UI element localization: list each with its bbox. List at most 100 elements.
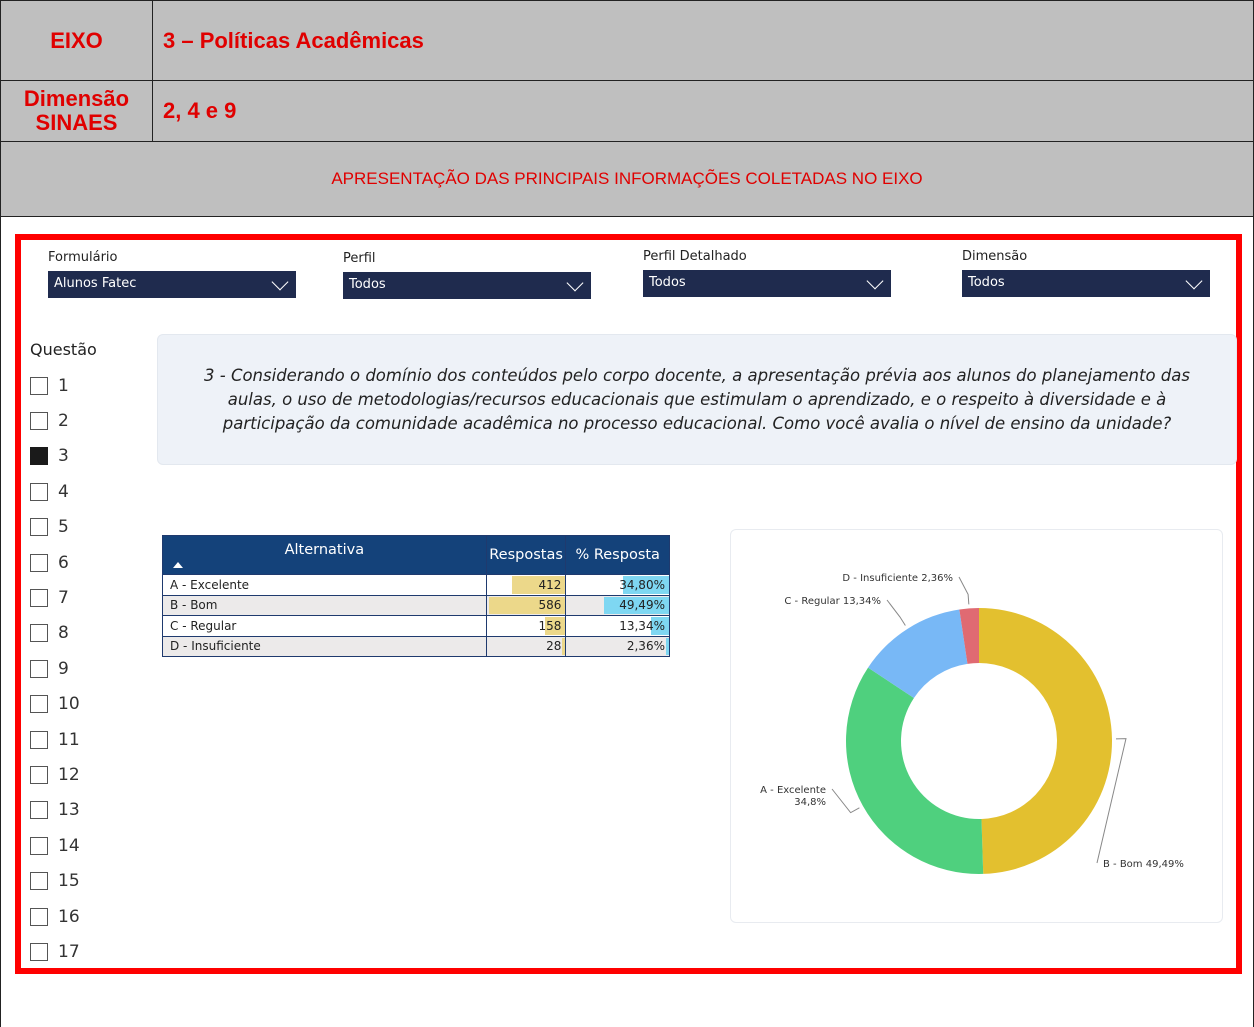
questao-option-13[interactable]: 13 [30, 793, 80, 828]
cell-alternativa: C - Regular [163, 616, 487, 636]
questao-option-5[interactable]: 5 [30, 510, 80, 545]
questao-option-label: 15 [58, 871, 80, 892]
questao-option-8[interactable]: 8 [30, 616, 80, 651]
eixo-label: EIXO [1, 1, 153, 80]
cell-text: 412 [538, 577, 562, 592]
filter-dimensao: Dimensão Todos [962, 249, 1210, 297]
dropdown-value: Todos [968, 275, 1005, 290]
questao-title: Questão [30, 340, 97, 359]
question-card: 3 - Considerando o domínio dos conteúdos… [157, 334, 1237, 465]
questao-option-label: 3 [58, 446, 69, 467]
checkbox[interactable] [30, 482, 48, 501]
questao-option-label: 13 [58, 800, 80, 821]
donut-slice-excelente[interactable] [846, 667, 984, 874]
table-row[interactable]: A - Excelente 412 34,80% [163, 574, 669, 595]
questao-option-12[interactable]: 12 [30, 757, 80, 792]
checkbox[interactable] [30, 659, 48, 678]
table-row[interactable]: C - Regular 158 13,34% [163, 615, 669, 636]
questao-option-16[interactable]: 16 [30, 899, 80, 934]
eixo-value: 3 – Políticas Acadêmicas [163, 27, 424, 53]
questao-option-10[interactable]: 10 [30, 687, 80, 722]
dimensao-row: Dimensão SINAES 2, 4 e 9 [1, 81, 1253, 142]
filter-label: Formulário [48, 250, 118, 265]
questao-option-7[interactable]: 7 [30, 580, 80, 615]
formulario-dropdown[interactable]: Alunos Fatec [48, 271, 296, 298]
questao-option-label: 16 [58, 906, 80, 927]
questao-option-label: 11 [58, 729, 80, 750]
dimensao-dropdown[interactable]: Todos [962, 270, 1210, 297]
questao-option-17[interactable]: 17 [30, 934, 80, 969]
questao-option-label: 1 [58, 375, 69, 396]
cell-respostas: 28 [487, 636, 567, 656]
dropdown-value: Todos [649, 275, 686, 290]
checkbox[interactable] [30, 624, 48, 643]
dimensao-label-line1: Dimensão [23, 86, 130, 111]
donut-chart: B - Bom 49,49% A - Excelente34,8% C - Regu… [760, 573, 1184, 874]
perfil-detalhado-dropdown[interactable]: Todos [643, 270, 891, 297]
data-label: C - Regular 13,34% [784, 596, 881, 607]
filter-formulario: Formulário Alunos Fatec [48, 250, 296, 298]
data-label: B - Bom 49,49% [1103, 859, 1184, 870]
cell-percent: 2,36% [566, 637, 669, 657]
cell-percent: 49,49% [566, 596, 669, 616]
chevron-down-icon [866, 272, 884, 290]
checkbox[interactable] [30, 518, 48, 537]
questao-option-label: 6 [58, 552, 69, 573]
cell-percent: 34,80% [566, 575, 669, 595]
questao-option-label: 7 [58, 588, 69, 609]
filter-label: Dimensão [962, 249, 1028, 264]
questao-option-2[interactable]: 2 [30, 403, 80, 438]
questao-option-1[interactable]: 1 [30, 368, 80, 403]
sort-ascending-icon[interactable] [173, 562, 183, 568]
questao-option-label: 2 [58, 411, 69, 432]
checkbox[interactable] [30, 872, 48, 891]
questao-option-label: 8 [58, 623, 69, 644]
questao-option-4[interactable]: 4 [30, 474, 80, 509]
questao-option-label: 5 [58, 517, 69, 538]
checkbox[interactable] [30, 907, 48, 926]
checkbox[interactable] [30, 553, 48, 572]
cell-alternativa: D - Insuficiente [163, 636, 487, 656]
questao-option-15[interactable]: 15 [30, 863, 80, 898]
cell-text: B - Bom [170, 598, 218, 613]
questao-option-label: 12 [58, 764, 80, 785]
dimensao-label: Dimensão SINAES [1, 81, 153, 141]
questao-option-label: 14 [58, 835, 80, 856]
checkbox[interactable] [30, 589, 48, 608]
checkbox[interactable] [30, 412, 48, 431]
questao-option-label: 10 [58, 694, 80, 715]
questao-option-11[interactable]: 11 [30, 722, 80, 757]
checkbox[interactable] [30, 376, 48, 395]
checkbox[interactable] [30, 447, 48, 466]
questao-option-9[interactable]: 9 [30, 651, 80, 686]
cell-text: 34,80% [619, 577, 665, 592]
perfil-dropdown[interactable]: Todos [343, 272, 591, 299]
donut-chart-card: B - Bom 49,49% A - Excelente 34,8% C - Regu… [730, 529, 1223, 923]
cell-text: A - Excelente [170, 577, 250, 592]
questao-option-14[interactable]: 14 [30, 828, 80, 863]
cell-percent: 13,34% [566, 616, 669, 636]
column-header-respostas[interactable]: Respostas [487, 536, 567, 574]
cell-respostas: 412 [487, 575, 567, 595]
cell-respostas: 586 [487, 595, 567, 615]
chevron-down-icon [271, 273, 289, 291]
table-row[interactable]: D - Insuficiente 28 2,36% [163, 635, 669, 657]
cell-text: 28 [546, 639, 562, 654]
checkbox[interactable] [30, 942, 48, 961]
table-row[interactable]: B - Bom 586 49,49% [163, 594, 669, 616]
checkbox[interactable] [30, 730, 48, 749]
header-table: EIXO 3 – Políticas Acadêmicas Dimensão S… [0, 0, 1254, 217]
checkbox[interactable] [30, 695, 48, 714]
donut-slice-bom[interactable] [979, 608, 1112, 874]
column-header-alternativa[interactable]: Alternativa [163, 536, 487, 574]
checkbox[interactable] [30, 836, 48, 855]
data-label: A - Excelente [760, 785, 826, 796]
questao-option-6[interactable]: 6 [30, 545, 80, 580]
filter-perfil-detalhado: Perfil Detalhado Todos [643, 249, 891, 297]
questao-option-3[interactable]: 3 [30, 439, 80, 474]
checkbox[interactable] [30, 801, 48, 820]
filter-perfil: Perfil Todos [343, 251, 591, 299]
table-header: Alternativa Respostas % Resposta [163, 536, 669, 574]
column-header-percent[interactable]: % Resposta [566, 536, 669, 574]
checkbox[interactable] [30, 765, 48, 784]
